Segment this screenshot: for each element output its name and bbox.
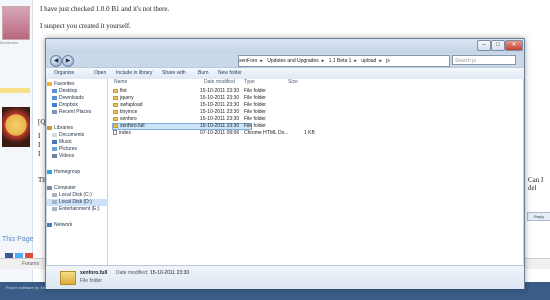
details-type: File folder [80,278,102,284]
text-fragment: I [38,150,41,158]
column-header-type[interactable]: Type [244,79,255,86]
nav-local-disk-d[interactable]: Local Disk (D:) [47,199,112,206]
libraries-icon [47,125,52,130]
breadcrumb-item[interactable]: xenForo [239,58,257,64]
address-row: ◀ ▶ xenForo ▸ Updates and Upgrades ▸ 1.1 B… [46,53,524,67]
text-fragment-right: Can I del [528,176,544,192]
desktop-icon [52,88,57,93]
folder-icon [113,123,118,128]
file-row[interactable]: index 07-10-2011 09:06 Chrome HTML Do...… [108,130,523,137]
forward-icon[interactable]: ▶ [62,55,74,67]
nav-libraries[interactable]: Libraries [47,125,107,132]
folder-icon [113,95,118,100]
file-row[interactable]: xenforo 15-10-2011 23:30 File folder [108,116,523,123]
file-list: Name Date modified Type Size flot 15-10-… [108,79,523,265]
nav-recent-places[interactable]: Recent Places [47,109,112,116]
this-page-heading: This Page [2,236,34,243]
folder-icon [113,109,118,114]
homegroup-icon [47,169,52,174]
breadcrumb-item[interactable]: Updates and Upgrades [267,58,318,64]
breadcrumb-item[interactable]: 1.1 Beta 1 [329,58,352,64]
network-icon [47,222,52,227]
dropbox-icon [52,102,57,107]
explorer-window: – □ ✕ ◀ ▶ xenForo ▸ Updates and Upgrades ▸… [45,38,525,289]
breadcrumb-item[interactable]: upload [361,58,376,64]
nav-downloads[interactable]: Downloads [47,95,112,102]
details-date-value: 15-10-2011 23:30 [150,270,190,276]
nav-dropbox[interactable]: Dropbox [47,102,112,109]
pictures-icon [52,146,57,151]
back-icon[interactable]: ◀ [50,55,62,67]
drive-icon [52,199,57,204]
nav-network[interactable]: Network [47,222,107,229]
folder-icon [113,102,118,107]
recent-places-icon [52,109,57,114]
html-file-icon [113,130,117,136]
staff-banner [0,88,30,93]
drive-icon [52,192,57,197]
organize-button[interactable]: Organize [54,70,74,76]
user-avatar[interactable] [2,6,30,40]
maximize-button[interactable]: □ [491,40,505,51]
post-line-2: I suspect you created it yourself. [40,22,131,30]
nav-local-disk-c[interactable]: Local Disk (C:) [47,192,112,199]
file-row[interactable]: swfupload 15-10-2011 23:30 File folder [108,102,523,109]
address-bar[interactable]: xenForo ▸ Updates and Upgrades ▸ 1.1 Beta … [238,55,450,67]
nav-favorites[interactable]: Favorites [47,81,107,88]
nav-documents[interactable]: Documents [47,132,112,139]
close-button[interactable]: ✕ [505,40,523,51]
file-row[interactable]: flot 15-10-2011 23:30 File folder [108,88,523,95]
minimize-button[interactable]: – [477,40,491,51]
details-date-label: Date modified: [116,270,149,276]
computer-icon [47,185,52,190]
reply-button[interactable]: Reply [527,212,550,221]
details-pane: xenforo.full Date modified: 15-10-2011 2… [46,265,524,289]
nav-homegroup[interactable]: Homegroup [47,169,107,176]
new-folder-button[interactable]: New folder [218,70,242,76]
nav-computer[interactable]: Computer [47,185,107,192]
star-icon [47,81,52,86]
details-name: xenforo.full [80,270,108,276]
breadcrumb-item[interactable]: js [386,58,390,64]
folder-icon [60,271,76,285]
file-row[interactable]: jquery 15-10-2011 23:30 File folder [108,95,523,102]
folder-icon [113,88,118,93]
user-avatar-2[interactable] [2,107,30,147]
open-button[interactable]: Open [94,70,106,76]
nav-music[interactable]: Music [47,139,112,146]
music-icon [52,139,57,144]
nav-desktop[interactable]: Desktop [47,88,112,95]
column-header-size[interactable]: Size [288,79,298,86]
drive-icon [52,206,57,211]
downloads-icon [52,95,57,100]
burn-button[interactable]: Burn [198,70,209,76]
search-input[interactable]: Search js [452,55,516,65]
nav-pictures[interactable]: Pictures [47,146,112,153]
text-fragment: I [38,141,41,149]
post-line-1: I have just checked 1.0.0 B1 and it's no… [40,5,170,13]
videos-icon [52,153,57,158]
user-role: Moderator [0,40,19,45]
share-with-button[interactable]: Share with [162,70,186,76]
text-fragment: I [38,132,41,140]
navigation-pane: Favorites Desktop Downloads Dropbox Rece… [47,79,112,265]
nav-forums-link[interactable]: Forums [22,261,39,267]
nav-entertainment[interactable]: Entertainment (E:) [47,206,112,213]
nav-videos[interactable]: Videos [47,153,112,160]
file-row-selected[interactable]: xenforo.full 15-10-2011 23:30 File folde… [108,123,523,130]
file-row[interactable]: tinymce 15-10-2011 23:30 File folder [108,109,523,116]
column-header-name[interactable]: Name [114,79,127,86]
title-bar[interactable]: – □ ✕ [46,39,524,53]
documents-icon [52,132,57,137]
include-library-button[interactable]: Include in library [116,70,152,76]
folder-icon [113,116,118,121]
column-header-date[interactable]: Date modified [204,79,235,86]
